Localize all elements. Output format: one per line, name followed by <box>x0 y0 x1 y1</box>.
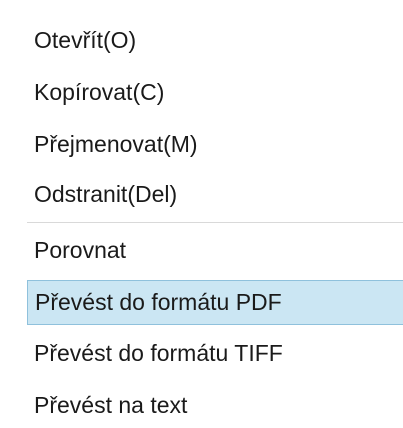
context-menu: Otevřít(O) Kopírovat(C) Přejmenovat(M) O… <box>0 0 403 428</box>
menu-separator <box>27 222 403 223</box>
menu-item-convert-to-text[interactable]: Převést na text <box>27 383 403 428</box>
menu-item-convert-to-tiff[interactable]: Převést do formátu TIFF <box>27 331 403 376</box>
menu-item-open[interactable]: Otevřít(O) <box>27 18 403 63</box>
menu-item-rename[interactable]: Přejmenovat(M) <box>27 122 403 167</box>
menu-item-copy[interactable]: Kopírovat(C) <box>27 70 403 115</box>
menu-item-compare[interactable]: Porovnat <box>27 228 403 273</box>
menu-item-convert-to-pdf[interactable]: Převést do formátu PDF <box>27 280 403 325</box>
menu-item-delete[interactable]: Odstranit(Del) <box>27 172 403 217</box>
